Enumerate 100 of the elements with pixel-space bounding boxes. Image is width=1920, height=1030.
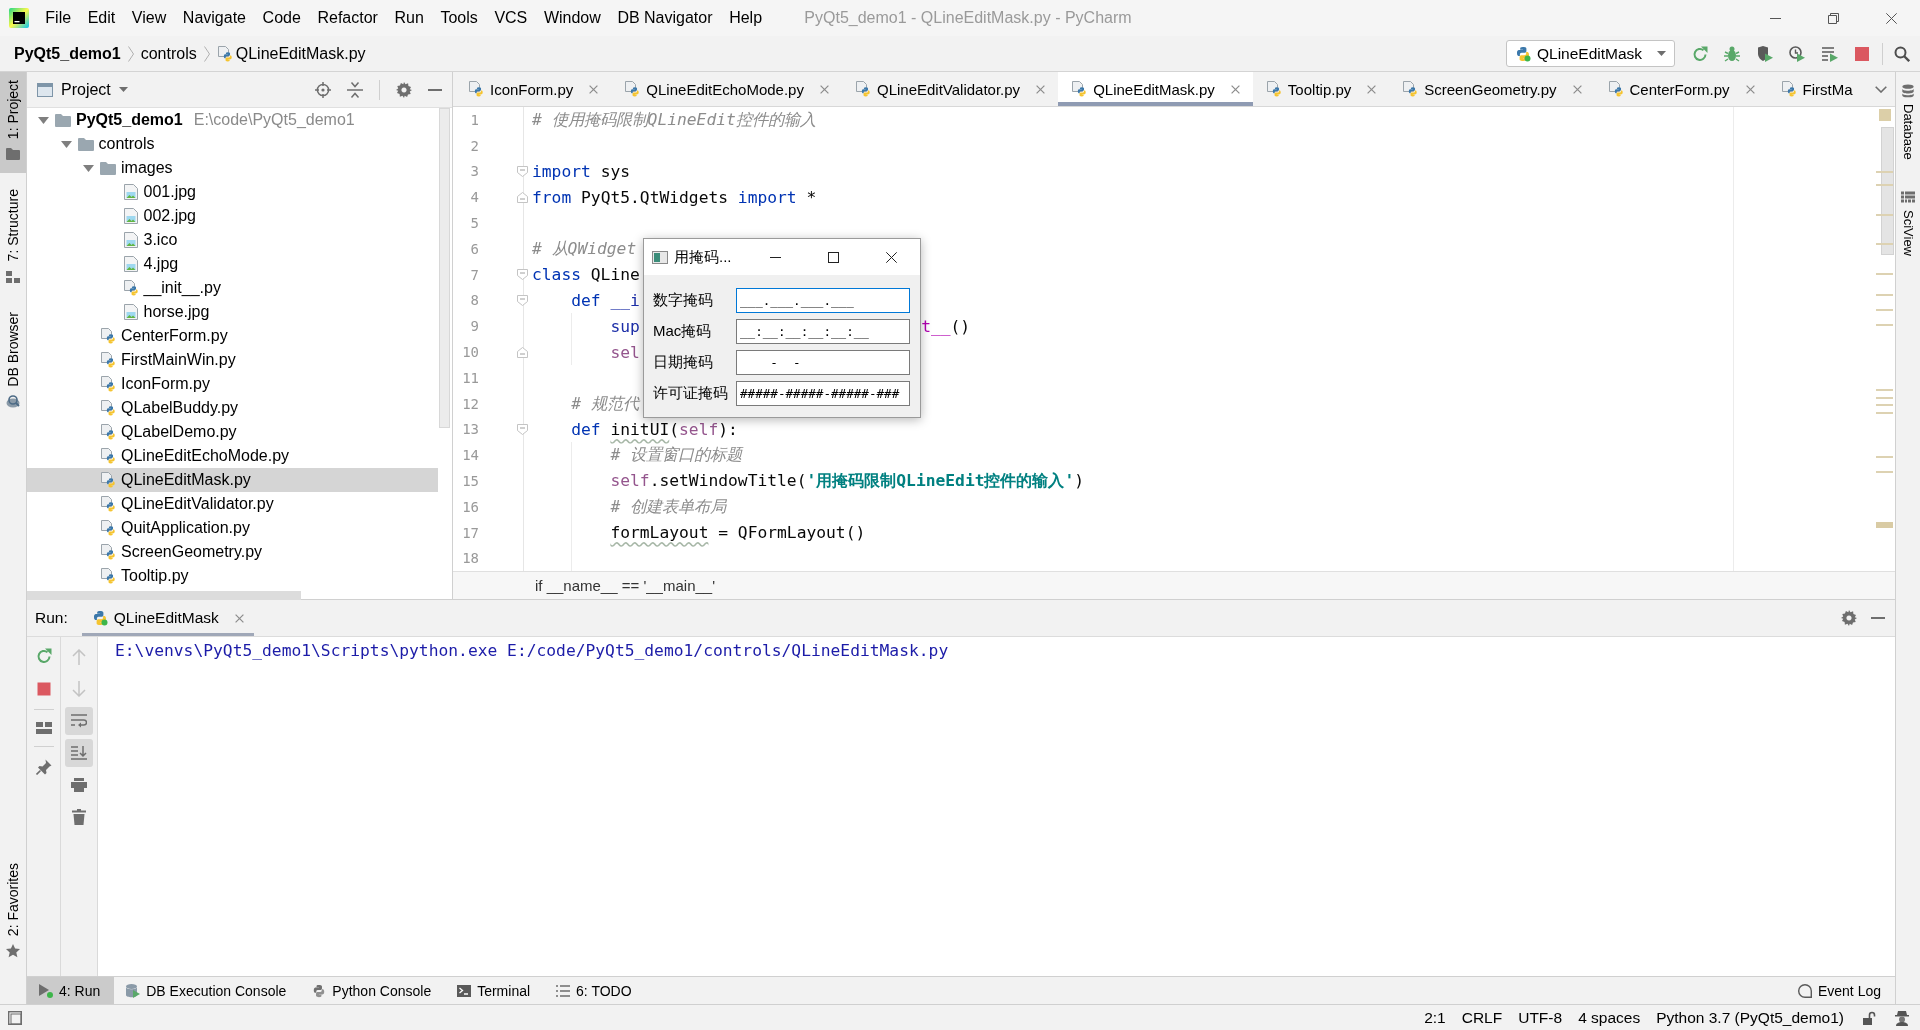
menu-item[interactable]: Refactor <box>309 7 387 29</box>
menu-item[interactable]: View <box>123 7 175 29</box>
status-item[interactable]: CRLF <box>1461 1008 1503 1027</box>
fold-marker-icon[interactable] <box>517 294 528 306</box>
expand-arrow-icon[interactable] <box>38 116 49 124</box>
search-icon[interactable] <box>1894 45 1910 62</box>
settings-icon[interactable] <box>1841 610 1857 626</box>
stop-icon[interactable] <box>1854 45 1870 62</box>
tree-item[interactable]: QLabelDemo.py <box>27 420 438 444</box>
tree-item[interactable]: PyQt5_demo1 E:\code\PyQt5_demo1 <box>27 108 438 132</box>
tree-item[interactable]: Tooltip.py <box>27 564 438 588</box>
chevron-down-icon[interactable] <box>1875 85 1887 93</box>
menu-item[interactable]: Code <box>254 7 310 29</box>
pin-icon[interactable] <box>35 759 52 775</box>
run-config-dropdown[interactable]: QLineEditMask <box>1506 40 1675 67</box>
scroll-to-end-icon[interactable] <box>65 739 93 767</box>
status-item[interactable]: UTF-8 <box>1518 1008 1563 1027</box>
tree-item[interactable]: 002.jpg <box>27 204 438 228</box>
lock-icon[interactable] <box>1862 1010 1876 1025</box>
scroll-bar[interactable] <box>27 591 301 600</box>
expand-arrow-icon[interactable] <box>83 164 94 172</box>
square-icon[interactable] <box>8 1010 22 1025</box>
tree-item[interactable]: IconForm.py <box>27 372 438 396</box>
breadcrumb[interactable]: QLineEditMask.py <box>216 44 366 63</box>
tool-window-button[interactable]: Python Console <box>300 977 446 1004</box>
status-item[interactable]: Python 3.7 (PyQt5_demo1) <box>1656 1008 1844 1027</box>
fold-marker-icon[interactable] <box>517 346 528 358</box>
tree-item[interactable]: horse.jpg <box>27 300 438 324</box>
status-item[interactable]: 2:1 <box>1424 1008 1446 1027</box>
restore-icon[interactable] <box>1827 12 1839 24</box>
fold-marker-icon[interactable] <box>517 191 528 203</box>
editor-tab[interactable]: Tooltip.py <box>1252 72 1390 106</box>
crosshair-icon[interactable] <box>315 81 331 98</box>
close-icon[interactable] <box>1885 12 1897 24</box>
tool-window-button[interactable]: Database <box>1896 72 1920 168</box>
list-play-icon[interactable] <box>1821 45 1838 62</box>
editor-breadcrumb[interactable]: if __name__ == '__main__' <box>535 577 716 594</box>
tree-item[interactable]: __init__.py <box>27 276 438 300</box>
tool-window-button[interactable]: 6: TODO <box>544 977 646 1004</box>
menu-item[interactable]: Tools <box>432 7 487 29</box>
scroll-bar[interactable] <box>1881 127 1894 255</box>
menu-item[interactable]: VCS <box>486 7 536 29</box>
menu-item[interactable]: File <box>37 7 80 29</box>
tree-item[interactable]: 3.ico <box>27 228 438 252</box>
tool-window-button[interactable]: DB Browser <box>0 303 26 421</box>
close-icon[interactable] <box>885 251 897 263</box>
tree-item[interactable]: QLineEditValidator.py <box>27 492 438 516</box>
tool-window-button[interactable]: SciView <box>1896 177 1920 264</box>
editor-tab[interactable]: QLineEditValidator.py <box>841 72 1059 106</box>
fold-marker-icon[interactable] <box>517 166 528 177</box>
fold-marker-icon[interactable] <box>517 269 528 281</box>
input-field[interactable]: __:__:__:__:__:__ <box>736 319 910 344</box>
editor-tab[interactable]: ScreenGeometry.py <box>1389 72 1595 106</box>
stop-icon[interactable] <box>35 681 52 697</box>
breadcrumb[interactable]: PyQt5_demo1 <box>14 44 121 63</box>
editor-tab[interactable]: QLineEditMask.py <box>1058 72 1253 106</box>
tool-window-button[interactable]: DB Execution Console <box>114 977 301 1004</box>
editor-tab[interactable]: FirstMa <box>1767 72 1866 106</box>
fold-marker-icon[interactable] <box>517 423 528 435</box>
tree-item[interactable]: FirstMainWin.py <box>27 348 438 372</box>
editor-tab[interactable]: QLineEditEchoMode.py <box>611 72 842 106</box>
soft-wrap-icon[interactable] <box>65 707 93 735</box>
tree-item[interactable]: QLineEditMask.py <box>27 468 438 492</box>
collapse-all-icon[interactable] <box>347 81 363 98</box>
status-item[interactable]: 4 spaces <box>1578 1008 1641 1027</box>
menu-item[interactable]: Edit <box>79 7 124 29</box>
input-field[interactable]: #####-#####-#####-### <box>736 381 910 406</box>
project-view-dropdown[interactable]: Project <box>37 80 128 99</box>
tool-window-button[interactable]: Terminal <box>445 977 545 1004</box>
tree-item[interactable]: images <box>27 156 438 180</box>
tree-item[interactable]: 001.jpg <box>27 180 438 204</box>
tree-item[interactable]: QLabelBuddy.py <box>27 396 438 420</box>
tool-window-button[interactable]: 4: Run <box>27 977 115 1004</box>
menu-item[interactable]: Help <box>720 7 771 29</box>
input-field[interactable]: - - <box>736 350 910 375</box>
minimize-icon[interactable] <box>769 256 781 258</box>
input-field[interactable]: ___.___.___.___ <box>736 288 910 313</box>
tree-item[interactable]: controls <box>27 132 438 156</box>
menu-item[interactable]: Run <box>386 7 433 29</box>
menu-item[interactable]: DB Navigator <box>609 7 721 29</box>
tool-window-button[interactable]: 1: Project <box>0 72 26 174</box>
tree-item[interactable]: QLineEditEchoMode.py <box>27 444 438 468</box>
maximize-icon[interactable] <box>827 251 839 263</box>
tree-item[interactable]: CenterForm.py <box>27 324 438 348</box>
person-icon[interactable] <box>1894 1009 1910 1026</box>
minimize-icon[interactable] <box>1769 17 1781 19</box>
tool-window-button[interactable]: 2: Favorites <box>0 854 26 970</box>
menu-item[interactable]: Navigate <box>174 7 255 29</box>
rerun-icon[interactable] <box>1691 45 1708 62</box>
settings-icon[interactable] <box>396 81 412 98</box>
tool-window-button[interactable]: 7: Structure <box>0 181 26 296</box>
tree-item[interactable]: ScreenGeometry.py <box>27 540 438 564</box>
tree-item[interactable]: QuitApplication.py <box>27 516 438 540</box>
shield-play-icon[interactable] <box>1756 45 1773 62</box>
scroll-bar[interactable] <box>439 108 450 428</box>
breadcrumb[interactable]: controls <box>140 44 197 63</box>
menu-item[interactable]: Window <box>535 7 610 29</box>
tool-window-button[interactable]: Event Log <box>1785 977 1895 1004</box>
bug-icon[interactable] <box>1724 45 1740 62</box>
expand-arrow-icon[interactable] <box>60 140 72 148</box>
